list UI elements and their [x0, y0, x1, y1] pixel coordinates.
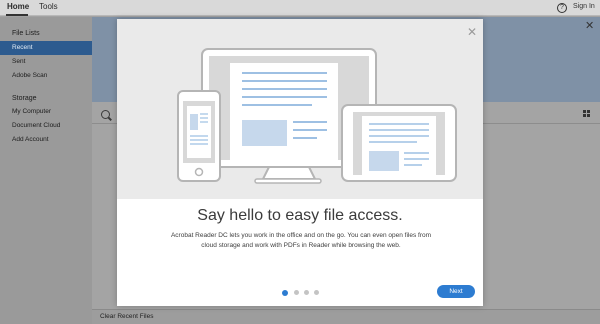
device-illustration — [117, 19, 483, 199]
modal-close-icon[interactable]: ✕ — [467, 25, 477, 39]
sidebar-item-recent[interactable]: Recent — [0, 41, 92, 55]
devices-illustration-icon — [177, 48, 457, 184]
active-tab-indicator — [6, 14, 28, 16]
clear-recent-files-button[interactable]: Clear Recent Files — [100, 313, 153, 320]
sidebar-item-add-account[interactable]: Add Account — [0, 133, 92, 147]
next-button[interactable]: Next — [437, 285, 475, 298]
sidebar-item-document-cloud[interactable]: Document Cloud — [0, 119, 92, 133]
pagination-dot-4[interactable] — [314, 290, 319, 295]
sidebar-item-sent[interactable]: Sent — [0, 55, 92, 69]
pagination-dot-3[interactable] — [304, 290, 309, 295]
top-menu-bar: Home Tools ? Sign In — [0, 0, 600, 16]
sign-in-link[interactable]: Sign In — [573, 3, 595, 10]
question-circle-icon[interactable]: ? — [557, 3, 567, 13]
sidebar-item-my-computer[interactable]: My Computer — [0, 105, 92, 119]
modal-description: Acrobat Reader DC lets you work in the o… — [170, 232, 432, 249]
welcome-modal: ✕ Say hello to easy file access. Acrobat… — [117, 19, 483, 306]
sidebar-item-adobe-scan[interactable]: Adobe Scan — [0, 69, 92, 83]
tab-tools[interactable]: Tools — [39, 2, 58, 11]
sidebar: File Lists Recent Sent Adobe Scan Storag… — [0, 17, 92, 324]
pagination-dot-2[interactable] — [294, 290, 299, 295]
file-lists-heading: File Lists — [12, 30, 40, 37]
footer-bar: Clear Recent Files — [92, 309, 600, 324]
close-icon[interactable]: ✕ — [585, 19, 594, 32]
tab-home[interactable]: Home — [7, 2, 29, 11]
search-icon[interactable] — [101, 110, 110, 119]
modal-title: Say hello to easy file access. — [197, 207, 403, 224]
pagination-dot-1[interactable] — [282, 289, 288, 296]
grid-view-icon[interactable] — [583, 110, 590, 117]
storage-heading: Storage — [12, 95, 37, 102]
